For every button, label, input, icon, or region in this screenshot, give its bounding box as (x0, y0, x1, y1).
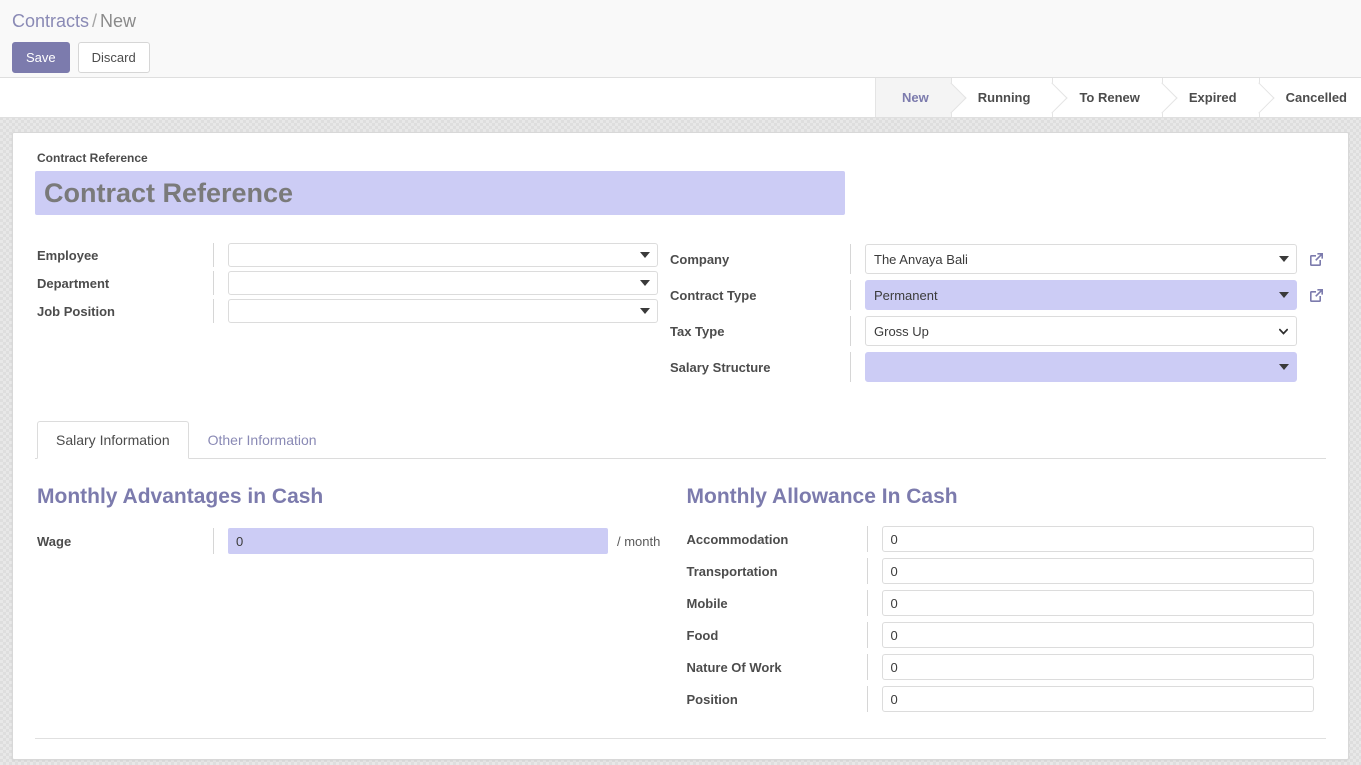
position-input[interactable] (881, 686, 1314, 712)
mobile-input[interactable] (881, 590, 1314, 616)
save-button[interactable]: Save (12, 42, 70, 73)
field-row-accommodation: Accommodation (685, 523, 1327, 555)
column-divider (850, 352, 851, 382)
chevron-down-icon (1279, 364, 1289, 370)
sheet-separator (35, 738, 1326, 739)
wage-input[interactable] (228, 528, 608, 554)
department-label: Department (37, 275, 110, 291)
column-divider (850, 316, 851, 346)
advantages-column: Monthly Advantages in Cash Wage / month (35, 485, 677, 715)
transportation-input[interactable] (881, 558, 1314, 584)
tab-other-information[interactable]: Other Information (189, 421, 336, 459)
column-divider (213, 271, 214, 295)
breadcrumb-current: New (100, 11, 137, 31)
chevron-down-icon (1279, 292, 1289, 298)
field-row-nature-of-work: Nature Of Work (685, 651, 1327, 683)
contract-reference-input[interactable] (35, 171, 845, 215)
wage-label: Wage (37, 533, 72, 549)
salary-information-panel: Monthly Advantages in Cash Wage / month … (35, 485, 1326, 715)
chevron-down-icon (1279, 256, 1289, 262)
salary-structure-label: Salary Structure (670, 359, 771, 375)
food-label: Food (686, 627, 719, 643)
column-divider (866, 558, 868, 584)
contract-reference-label: Contract Reference (37, 151, 148, 165)
job-position-label: Job Position (37, 303, 115, 319)
discard-button[interactable]: Discard (77, 42, 150, 73)
column-divider (866, 526, 868, 552)
status-item-to-renew[interactable]: To Renew (1052, 78, 1162, 117)
food-input[interactable] (881, 622, 1314, 648)
allowance-column: Monthly Allowance In Cash Accommodation … (685, 485, 1327, 715)
main-field-group: Employee Department Job Position Company… (35, 241, 1326, 385)
field-row-position: Position (685, 683, 1327, 715)
field-row-tax-type: Tax Type Gross Up (668, 313, 1326, 349)
chevron-down-icon (1279, 328, 1288, 335)
tab-salary-information[interactable]: Salary Information (37, 421, 189, 459)
transportation-label: Transportation (686, 563, 778, 579)
column-divider (213, 528, 214, 554)
column-divider (866, 622, 868, 648)
tax-type-label: Tax Type (670, 323, 725, 339)
chevron-down-icon (640, 252, 650, 258)
breadcrumb-contracts[interactable]: Contracts (12, 11, 89, 31)
statusbar-container: New Running To Renew Expired Cancelled (0, 78, 1361, 118)
company-label: Company (670, 251, 730, 267)
field-row-contract-type: Contract Type Permanent (668, 277, 1326, 313)
field-row-salary-structure: Salary Structure (668, 349, 1326, 385)
column-divider (866, 654, 868, 680)
wage-suffix: / month (617, 533, 661, 549)
accommodation-label: Accommodation (686, 531, 789, 547)
field-row-department: Department (35, 269, 660, 297)
external-link-icon[interactable] (1307, 250, 1326, 269)
nature-of-work-input[interactable] (881, 654, 1314, 680)
contract-type-dropdown[interactable]: Permanent (865, 280, 1297, 310)
left-field-column: Employee Department Job Position (35, 241, 660, 385)
employee-label: Employee (37, 247, 99, 263)
status-item-new[interactable]: New (875, 78, 951, 117)
sheet-wrapper: Contract Reference Employee Departme (0, 118, 1361, 765)
position-label: Position (686, 691, 738, 707)
mobile-label: Mobile (686, 595, 728, 611)
field-row-company: Company The Anvaya Bali (668, 241, 1326, 277)
breadcrumb-separator: / (92, 11, 98, 31)
notebook-tabs: Salary Information Other Information (35, 421, 1326, 459)
chevron-down-icon (640, 308, 650, 314)
chevron-down-icon (640, 280, 650, 286)
field-row-food: Food (685, 619, 1327, 651)
contract-type-label: Contract Type (670, 287, 757, 303)
field-row-job-position: Job Position (35, 297, 660, 325)
company-value: The Anvaya Bali (874, 251, 968, 267)
form-sheet: Contract Reference Employee Departme (12, 132, 1349, 760)
field-row-employee: Employee (35, 241, 660, 269)
salary-structure-dropdown[interactable] (865, 352, 1297, 382)
department-dropdown[interactable] (228, 271, 658, 295)
employee-dropdown[interactable] (228, 243, 658, 267)
column-divider (866, 590, 868, 616)
right-field-column: Company The Anvaya Bali Contract Type Pe… (668, 241, 1326, 385)
column-divider (866, 686, 868, 712)
column-divider (850, 244, 851, 274)
job-position-dropdown[interactable] (228, 299, 658, 323)
company-dropdown[interactable]: The Anvaya Bali (865, 244, 1297, 274)
statusbar: New Running To Renew Expired Cancelled (875, 78, 1353, 117)
field-row-mobile: Mobile (685, 587, 1327, 619)
column-divider (850, 280, 851, 310)
tax-type-select[interactable]: Gross Up (865, 316, 1297, 346)
control-panel: Contracts / New Save Discard (0, 0, 1361, 78)
external-link-icon[interactable] (1307, 286, 1326, 305)
monthly-advantages-title: Monthly Advantages in Cash (37, 485, 324, 508)
nature-of-work-label: Nature Of Work (686, 659, 782, 675)
tax-type-value: Gross Up (874, 323, 929, 339)
column-divider (213, 243, 214, 267)
contract-type-value: Permanent (874, 287, 938, 303)
accommodation-input[interactable] (881, 526, 1314, 552)
column-divider (213, 299, 214, 323)
field-row-wage: Wage / month (35, 523, 677, 559)
action-buttons: Save Discard (12, 42, 1349, 73)
breadcrumb: Contracts / New (12, 6, 1349, 33)
field-row-transportation: Transportation (685, 555, 1327, 587)
monthly-allowance-title: Monthly Allowance In Cash (686, 485, 958, 508)
